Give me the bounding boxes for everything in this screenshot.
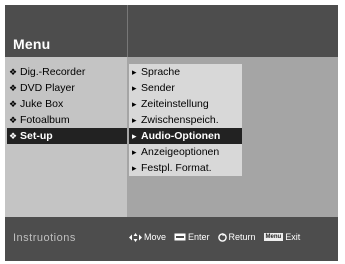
main-menu-item-label: DVD Player: [20, 82, 75, 94]
chevron-right-icon: ▸: [132, 147, 137, 157]
main-menu-item-label: Set-up: [20, 130, 53, 142]
submenu-item-sprache[interactable]: ▸ Sprache: [129, 64, 242, 80]
enter-key-icon: [174, 233, 186, 241]
menu-key-icon: Menu: [263, 233, 284, 241]
chevron-right-icon: ▸: [132, 131, 137, 141]
return-hint: Return: [217, 232, 256, 242]
enter-hint-label: Enter: [188, 232, 210, 242]
diamond-bullet-icon: ❖: [9, 115, 18, 125]
main-menu-item-fotoalbum[interactable]: ❖ Fotoalbum: [7, 112, 127, 128]
menu-title: Menu: [13, 36, 51, 52]
main-menu-panel: ❖ Dig.-Recorder ❖ DVD Player ❖ Juke Box ❖ Fo…: [5, 57, 127, 217]
submenu-item-label: Audio-Optionen: [141, 130, 221, 142]
submenu-item-zwischenspeich[interactable]: ▸ Zwischenspeich.: [129, 112, 242, 128]
main-menu-item-set-up[interactable]: ❖ Set-up: [7, 128, 127, 144]
button-hints: Move Enter Return Menu Exit: [129, 232, 308, 242]
chevron-right-icon: ▸: [132, 67, 137, 77]
diamond-bullet-icon: ❖: [9, 99, 18, 109]
return-icon: [217, 232, 227, 242]
exit-hint-label: Exit: [285, 232, 301, 242]
submenu-item-sender[interactable]: ▸ Sender: [129, 80, 242, 96]
submenu-item-anzeigeoptionen[interactable]: ▸ Anzeigeoptionen: [129, 144, 242, 160]
move-hint: Move: [129, 232, 166, 242]
submenu-item-label: Anzeigeoptionen: [141, 146, 220, 158]
chevron-right-icon: ▸: [132, 99, 137, 109]
submenu-item-audio-optionen[interactable]: ▸ Audio-Optionen: [129, 128, 242, 144]
diamond-bullet-icon: ❖: [9, 131, 18, 141]
main-menu-item-label: Fotoalbum: [20, 114, 70, 126]
instructions-label: Instruotions: [13, 232, 76, 244]
submenu-item-festpl-format[interactable]: ▸ Festpl. Format.: [129, 160, 242, 176]
chevron-right-icon: ▸: [132, 163, 137, 173]
submenu-item-label: Zwischenspeich.: [141, 114, 219, 126]
chevron-right-icon: ▸: [132, 115, 137, 125]
four-way-arrow-icon: [129, 232, 142, 242]
diamond-bullet-icon: ❖: [9, 67, 18, 77]
header-divider: [127, 5, 128, 57]
diamond-bullet-icon: ❖: [9, 83, 18, 93]
return-hint-label: Return: [228, 232, 256, 242]
submenu-item-label: Festpl. Format.: [141, 162, 212, 174]
main-menu-item-dig-recorder[interactable]: ❖ Dig.-Recorder: [7, 64, 127, 80]
submenu-item-zeiteinstellung[interactable]: ▸ Zeiteinstellung: [129, 96, 242, 112]
footer-bar: Instruotions Move Enter Return Menu Exit: [5, 217, 338, 261]
header-bar: Menu: [5, 5, 338, 57]
chevron-right-icon: ▸: [132, 83, 137, 93]
submenu-item-label: Zeiteinstellung: [141, 98, 209, 110]
exit-hint: Menu Exit: [263, 232, 301, 242]
main-menu-item-label: Dig.-Recorder: [20, 66, 86, 78]
main-menu-item-label: Juke Box: [20, 98, 64, 110]
main-menu-item-juke-box[interactable]: ❖ Juke Box: [7, 96, 127, 112]
submenu-panel: ▸ Sprache ▸ Sender ▸ Zeiteinstellung ▸ Zwisc…: [128, 57, 338, 217]
submenu-item-label: Sprache: [141, 66, 181, 78]
submenu-item-label: Sender: [141, 82, 175, 94]
enter-hint: Enter: [174, 232, 210, 242]
move-hint-label: Move: [144, 232, 167, 242]
main-menu-item-dvd-player[interactable]: ❖ DVD Player: [7, 80, 127, 96]
menu-screen: Menu ❖ Dig.-Recorder ❖ DVD Player ❖ Juke Bo…: [5, 5, 338, 261]
